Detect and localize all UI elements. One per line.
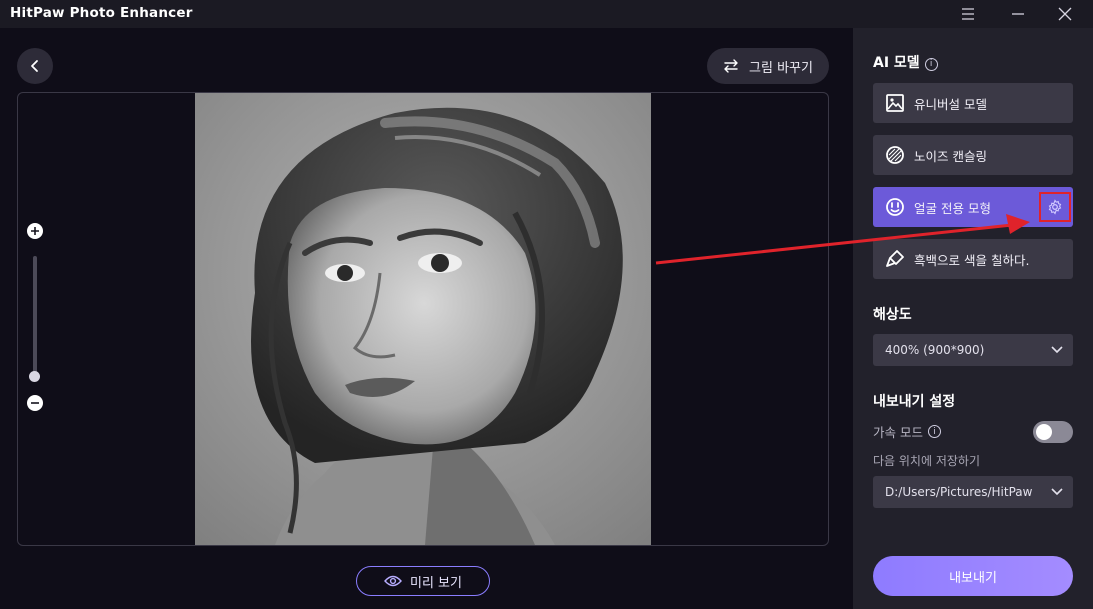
export-button[interactable]: 내보내기 <box>873 556 1073 596</box>
toggle-knob <box>1036 424 1052 440</box>
gear-icon <box>1048 199 1062 215</box>
zoom-out-button[interactable] <box>27 395 43 411</box>
accel-info-icon[interactable]: i <box>927 425 941 438</box>
title-bar: HitPaw Photo Enhancer <box>0 0 1093 28</box>
app-title: HitPaw Photo Enhancer <box>10 5 193 21</box>
model-universal-label: 유니버설 모델 <box>914 96 987 112</box>
zoom-in-button[interactable] <box>27 223 43 239</box>
replace-image-label: 그림 바꾸기 <box>749 60 813 76</box>
export-label: 내보내기 <box>949 570 997 586</box>
accel-mode-label: 가속 모드 <box>873 425 923 440</box>
model-noise-label: 노이즈 캔슬링 <box>914 148 987 164</box>
chevron-left-icon <box>31 60 38 72</box>
portrait-photo <box>195 93 651 545</box>
resolution-select[interactable]: 400% (900*900) <box>873 334 1073 366</box>
ai-model-title-text: AI 모델 <box>873 55 920 71</box>
save-path-select[interactable]: D:/Users/Pictures/HitPaw <box>873 476 1073 508</box>
minimize-button[interactable] <box>1000 0 1036 28</box>
zoom-slider-track[interactable] <box>33 256 37 376</box>
resolution-value: 400% (900*900) <box>885 343 985 357</box>
settings-panel: AI 모델 i 유니버설 모델 노이즈 캔슬링 얼굴 전용 모형 흑백으로 색을 … <box>853 28 1093 609</box>
back-button[interactable] <box>17 48 53 84</box>
export-settings-title: 내보내기 설정 <box>873 394 956 410</box>
model-colorize-button[interactable]: 흑백으로 색을 칠하다. <box>873 239 1073 279</box>
model-noise-button[interactable]: 노이즈 캔슬링 <box>873 135 1073 175</box>
noise-icon <box>886 146 904 164</box>
brush-icon <box>886 250 904 267</box>
preview-label: 미리 보기 <box>410 575 462 591</box>
image-canvas[interactable] <box>17 92 829 546</box>
zoom-slider-thumb[interactable] <box>29 371 40 382</box>
model-face-label: 얼굴 전용 모형 <box>914 200 991 216</box>
face-icon <box>886 198 904 216</box>
chevron-down-icon <box>1051 488 1063 496</box>
image-icon <box>886 94 904 112</box>
eye-icon <box>384 575 402 587</box>
close-button[interactable] <box>1047 0 1083 28</box>
replace-image-button[interactable]: 그림 바꾸기 <box>707 48 829 84</box>
model-settings-button[interactable] <box>1039 192 1071 222</box>
model-universal-button[interactable]: 유니버설 모델 <box>873 83 1073 123</box>
menu-button[interactable] <box>950 0 986 28</box>
accel-mode-label-row: 가속 모드 i <box>873 422 941 441</box>
model-colorize-label: 흑백으로 색을 칠하다. <box>914 252 1030 268</box>
menu-icon <box>962 8 974 20</box>
save-path-value: D:/Users/Pictures/HitPaw <box>885 485 1033 499</box>
close-icon <box>1058 7 1072 21</box>
chevron-down-icon <box>1051 346 1063 354</box>
preview-button[interactable]: 미리 보기 <box>356 566 490 596</box>
minus-icon <box>31 402 39 404</box>
swap-icon <box>724 59 738 73</box>
model-face-button[interactable]: 얼굴 전용 모형 <box>873 187 1073 227</box>
minimize-icon <box>1012 13 1024 15</box>
ai-model-title: AI 모델 i <box>873 52 938 72</box>
accel-mode-toggle[interactable] <box>1033 421 1073 443</box>
save-location-label: 다음 위치에 저장하기 <box>873 454 980 468</box>
plus-icon <box>31 227 39 235</box>
resolution-title: 해상도 <box>873 307 912 323</box>
info-icon[interactable]: i <box>924 57 938 71</box>
